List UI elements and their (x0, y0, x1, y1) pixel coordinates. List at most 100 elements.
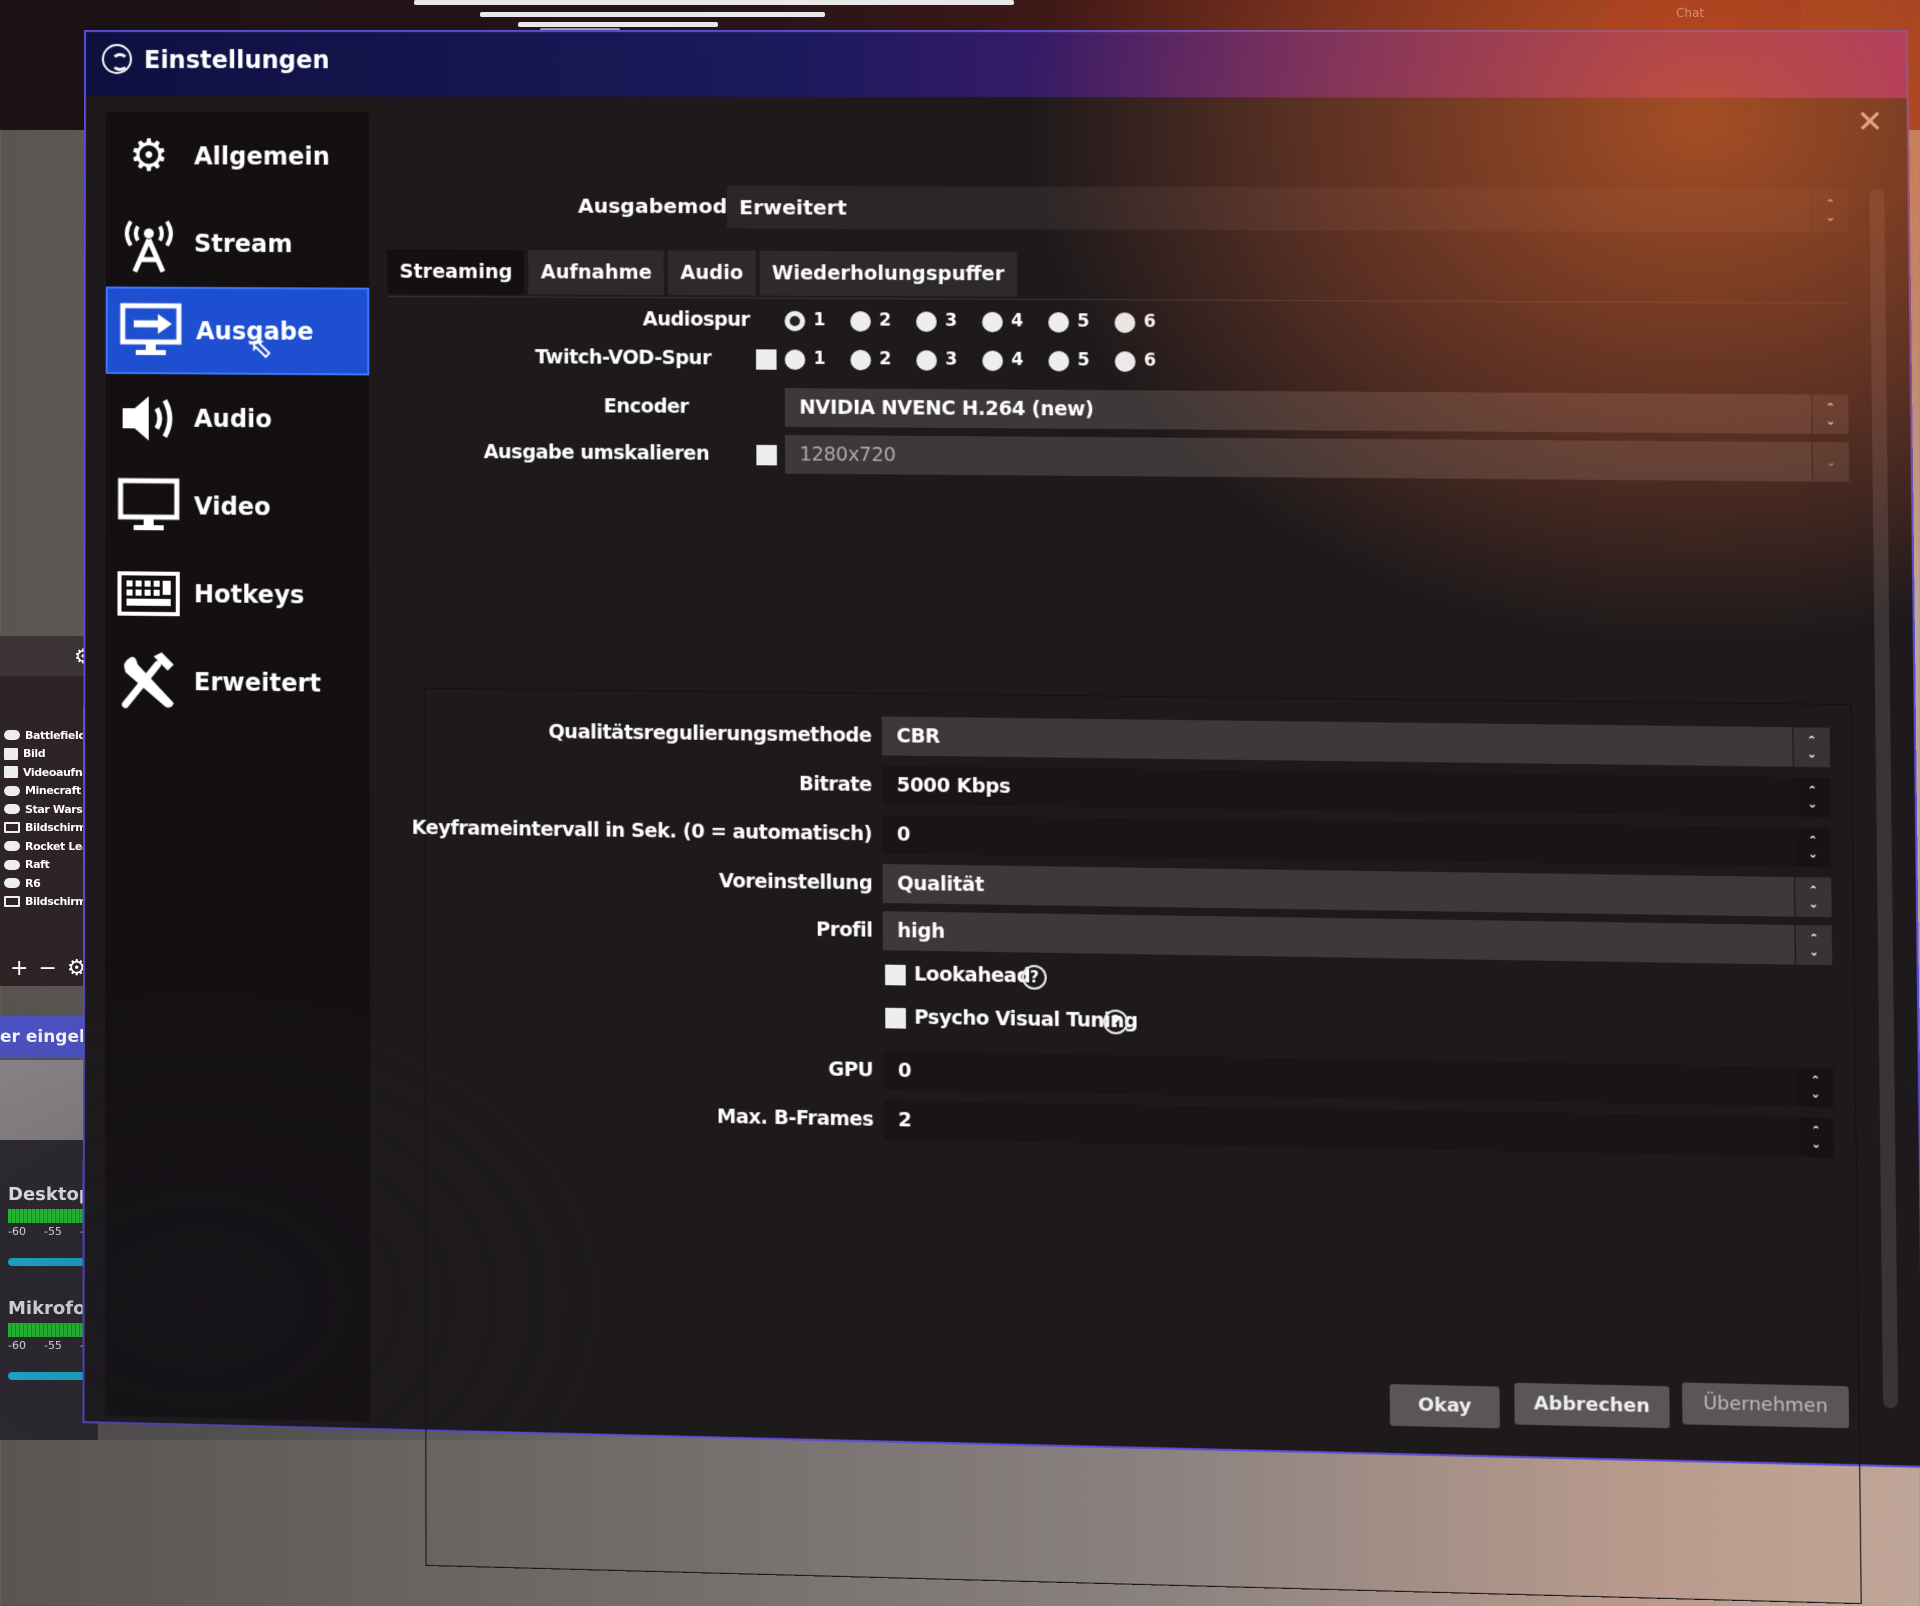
spin-arrows-icon[interactable]: ⌃ ⌄ (1796, 1117, 1835, 1158)
keyframe-spinbox[interactable]: 0 ⌃ ⌄ (882, 814, 1832, 868)
cancel-button[interactable]: Abbrechen (1514, 1382, 1670, 1429)
preset-value: Qualität (897, 872, 985, 897)
vertical-scrollbar[interactable] (1869, 188, 1899, 1409)
spin-arrows-icon[interactable]: ⌃ ⌄ (1793, 827, 1832, 868)
select-arrows-icon: ⌃ ⌄ (1793, 877, 1832, 918)
gpu-spinbox[interactable]: 0 ⌃ ⌄ (883, 1050, 1834, 1108)
sidebar-item-allgemein[interactable]: ⚙ Allgemein (106, 112, 369, 200)
profile-select[interactable]: high ⌃ ⌄ (882, 911, 1833, 966)
twitch-vod-radio-2[interactable] (850, 349, 872, 371)
audio-track-radio-label: 3 (944, 310, 958, 332)
tick-label: -60 (8, 1339, 26, 1352)
audio-track-radio-4[interactable] (982, 311, 1003, 333)
tab-audio[interactable]: Audio (668, 250, 756, 296)
audio-track-radio-5[interactable] (1048, 312, 1070, 333)
tab-aufnahme[interactable]: Aufnahme (528, 249, 665, 296)
twitch-vod-radio-label: 5 (1077, 350, 1090, 371)
bframes-value: 2 (898, 1108, 912, 1132)
sidebar-item-video[interactable]: Video (105, 461, 369, 551)
sidebar-item-erweitert[interactable]: Erweitert (105, 637, 369, 728)
help-icon[interactable]: ? (1021, 964, 1047, 990)
help-icon[interactable]: ? (1103, 1009, 1129, 1035)
twitch-vod-radio-1[interactable] (784, 349, 806, 370)
apply-button[interactable]: Übernehmen (1682, 1382, 1850, 1429)
select-arrows-icon: ⌃ ⌄ (1810, 188, 1849, 233)
bitrate-spinbox[interactable]: 5000 Kbps ⌃ ⌄ (882, 765, 1831, 818)
twitch-vod-radio-label: 4 (1011, 349, 1024, 371)
sidebar-item-label: Audio (193, 404, 273, 433)
image-icon (4, 747, 18, 760)
monitor-icon (4, 896, 20, 908)
sidebar-item-hotkeys[interactable]: Hotkeys (105, 549, 369, 639)
antenna-icon (118, 213, 180, 273)
sidebar-item-label: Allgemein (194, 141, 330, 171)
gamepad-icon (4, 878, 20, 889)
twitch-vod-radio-label: 3 (945, 349, 958, 370)
audio-track-radio-3[interactable] (916, 311, 937, 332)
audio-track-radio-label: 2 (879, 310, 892, 331)
audio-track-radio-label: 6 (1143, 311, 1156, 333)
source-label: Minecraft (25, 784, 81, 798)
tab-wiederholungspuffer[interactable]: Wiederholungspuffer (759, 250, 1017, 297)
sidebar-item-stream[interactable]: Stream (106, 199, 370, 287)
obs-logo-icon (101, 44, 132, 75)
psycho-visual-checkbox[interactable] (885, 1007, 906, 1029)
twitch-vod-radio-3[interactable] (916, 350, 937, 371)
bframes-spinbox[interactable]: 2 ⌃ ⌄ (883, 1100, 1835, 1158)
lookahead-label: Lookahead (913, 963, 1031, 988)
video-icon (4, 766, 18, 779)
audio-track-radio-label: 4 (1010, 310, 1024, 332)
twitch-vod-radio-label: 6 (1143, 350, 1157, 371)
audio-track-radio-1[interactable] (784, 310, 806, 332)
tick-label: -60 (8, 1225, 26, 1238)
bitrate-value: 5000 Kbps (896, 773, 1011, 799)
sidebar-item-audio[interactable]: Audio (106, 374, 370, 463)
dialog-titlebar: Einstellungen (85, 31, 1907, 99)
keyframe-label: Keyframeintervall in Sek. (0 = automatis… (411, 816, 873, 846)
encoder-settings-group: Qualitätsregulierungsmethode CBR ⌃ ⌄ Bitr… (412, 687, 1862, 1605)
twitch-vod-checkbox[interactable] (756, 349, 777, 370)
bframes-label: Max. B-Frames (716, 1105, 874, 1131)
remove-source-icon[interactable]: − (38, 956, 56, 981)
spin-arrows-icon[interactable]: ⌃ ⌄ (1795, 1066, 1834, 1108)
gamepad-icon (4, 841, 20, 852)
rate-control-select[interactable]: CBR ⌃ ⌄ (881, 716, 1831, 768)
sidebar-item-label: Video (193, 491, 271, 521)
source-label: R6 (25, 876, 41, 890)
preset-label: Voreinstellung (718, 869, 873, 895)
ok-button[interactable]: Okay (1389, 1384, 1500, 1429)
select-arrows-icon: ⌃ ⌄ (1792, 727, 1831, 768)
lookahead-checkbox[interactable] (885, 964, 906, 986)
encoder-select[interactable]: NVIDIA NVENC H.264 (new) ⌃ ⌄ (784, 388, 1849, 435)
rescale-label: Ausgabe umskalieren (483, 440, 710, 465)
select-arrows-icon: ⌃ ⌄ (1811, 394, 1849, 435)
audio-track-radio-6[interactable] (1114, 312, 1136, 334)
audio-track-radio-2[interactable] (850, 311, 871, 332)
audio-track-label: Audiospur (642, 308, 750, 332)
chat-window-title: Chat (1676, 6, 1705, 20)
twitch-vod-radio-6[interactable] (1114, 351, 1136, 372)
rescale-resolution-select[interactable]: 1280x720 ⌄ (785, 434, 1850, 482)
tick-label: -55 (43, 1339, 62, 1352)
add-source-icon[interactable]: + (10, 956, 28, 981)
encoder-label: Encoder (603, 395, 689, 418)
gpu-label: GPU (828, 1058, 874, 1082)
source-label: Star Wars (25, 802, 83, 816)
monitor-icon (118, 475, 180, 536)
tab-streaming[interactable]: Streaming (387, 249, 525, 295)
rescale-checkbox[interactable] (756, 444, 777, 466)
twitch-vod-radio-4[interactable] (982, 350, 1004, 372)
output-mode-value: Erweitert (739, 195, 847, 220)
spin-arrows-icon[interactable]: ⌃ ⌄ (1792, 777, 1831, 818)
sidebar-item-ausgabe[interactable]: Ausgabe ⬁ (105, 286, 370, 376)
output-mode-select[interactable]: Erweitert ⌃ ⌄ (726, 185, 1849, 233)
select-arrows-icon: ⌃ ⌄ (1794, 925, 1833, 966)
gear-icon: ⚙ (129, 130, 169, 182)
keyboard-icon (117, 563, 179, 624)
source-label: Bild (23, 747, 46, 761)
preset-select[interactable]: Qualität ⌃ ⌄ (882, 863, 1832, 918)
twitch-vod-radio-5[interactable] (1048, 350, 1070, 372)
twitch-vod-label: Twitch-VOD-Spur (535, 346, 712, 370)
source-label: Battlefield (25, 728, 86, 742)
tick-label: -55 (43, 1225, 62, 1238)
